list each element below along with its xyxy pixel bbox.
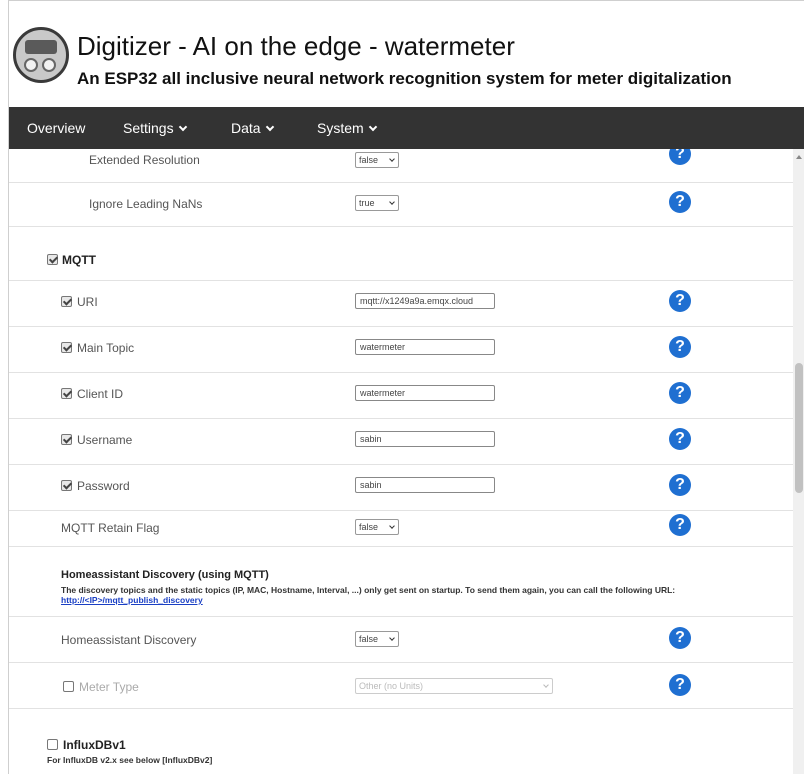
extended-resolution-value: false <box>359 155 379 165</box>
ha-discovery-description: The discovery topics and the static topi… <box>61 585 761 605</box>
nav-overview[interactable]: Overview <box>27 107 85 149</box>
main-topic-checkbox[interactable] <box>61 342 72 353</box>
row-password: Password sabin ? <box>9 465 793 511</box>
meter-type-select[interactable]: Other (no Units) <box>355 678 553 694</box>
uri-label: URI <box>77 295 98 309</box>
page-subtitle: An ESP32 all inclusive neural network re… <box>77 69 732 88</box>
ignore-leading-nans-select[interactable]: true <box>355 195 399 211</box>
row-client-id: Client ID watermeter ? <box>9 373 793 419</box>
help-ignore-leading-nans-icon[interactable]: ? <box>669 191 691 213</box>
help-extended-resolution-icon[interactable]: ? <box>669 149 691 165</box>
meter-type-value: Other (no Units) <box>359 681 424 691</box>
extended-resolution-select[interactable]: false <box>355 152 399 168</box>
chevron-down-icon <box>368 122 377 132</box>
influxdbv1-note: For InfluxDB v2.x see below [InfluxDBv2] <box>47 755 213 765</box>
uri-input[interactable]: mqtt://x1249a9a.emqx.cloud <box>355 293 495 309</box>
page-header: Digitizer - AI on the edge - watermeter … <box>9 1 804 107</box>
help-retain-flag-icon[interactable]: ? <box>669 514 691 536</box>
ha-discovery-select[interactable]: false <box>355 631 399 647</box>
row-extended-resolution: Extended Resolution false ? <box>9 149 793 183</box>
nav-data-menu[interactable]: Data <box>231 107 274 149</box>
mqtt-section-title: MQTT <box>62 253 96 267</box>
influxdbv1-section-title: InfluxDBv1 <box>63 738 126 752</box>
row-uri: URI mqtt://x1249a9a.emqx.cloud ? <box>9 281 793 327</box>
client-id-input[interactable]: watermeter <box>355 385 495 401</box>
content-scrollbar[interactable] <box>793 149 804 774</box>
main-topic-label: Main Topic <box>77 341 135 355</box>
help-ha-discovery-icon[interactable]: ? <box>669 627 691 649</box>
ignore-leading-nans-value: true <box>359 198 375 208</box>
settings-content: Extended Resolution false ? Ignore Leadi… <box>9 149 793 774</box>
page-title: Digitizer - AI on the edge - watermeter <box>77 31 515 61</box>
help-main-topic-icon[interactable]: ? <box>669 336 691 358</box>
mqtt-enable-checkbox[interactable] <box>47 254 58 265</box>
username-label: Username <box>77 433 133 447</box>
chevron-down-icon <box>178 122 187 132</box>
row-mqtt-retain-flag: MQTT Retain Flag false ? <box>9 511 793 547</box>
ha-discovery-description-text: The discovery topics and the static topi… <box>61 585 676 595</box>
client-id-checkbox[interactable] <box>61 388 72 399</box>
nav-system-menu[interactable]: System <box>317 107 377 149</box>
help-username-icon[interactable]: ? <box>669 428 691 450</box>
row-ha-discovery-section: Homeassistant Discovery (using MQTT) The… <box>9 547 793 617</box>
nav-overview-label: Overview <box>27 120 86 136</box>
nav-settings-menu[interactable]: Settings <box>123 107 187 149</box>
username-checkbox[interactable] <box>61 434 72 445</box>
password-label: Password <box>77 479 130 493</box>
browser-frame: Digitizer - AI on the edge - watermeter … <box>8 0 804 774</box>
nav-data-label: Data <box>231 120 261 136</box>
password-input[interactable]: sabin <box>355 477 495 493</box>
chevron-down-icon <box>265 122 274 132</box>
uri-checkbox[interactable] <box>61 296 72 307</box>
password-checkbox[interactable] <box>61 480 72 491</box>
mqtt-retain-flag-label: MQTT Retain Flag <box>61 521 160 535</box>
ha-discovery-value: false <box>359 634 379 644</box>
nav-settings-label: Settings <box>123 120 174 136</box>
extended-resolution-label: Extended Resolution <box>89 153 200 167</box>
row-username: Username sabin ? <box>9 419 793 465</box>
meter-type-label: Meter Type <box>79 680 139 694</box>
main-navbar: Overview Settings Data System <box>9 107 804 149</box>
client-id-label: Client ID <box>77 387 124 401</box>
help-password-icon[interactable]: ? <box>669 474 691 496</box>
ignore-leading-nans-label: Ignore Leading NaNs <box>89 197 203 211</box>
row-mqtt-section: MQTT <box>9 227 793 281</box>
watermeter-logo-icon <box>13 27 69 83</box>
mqtt-retain-flag-select[interactable]: false <box>355 519 399 535</box>
nav-system-label: System <box>317 120 364 136</box>
help-uri-icon[interactable]: ? <box>669 290 691 312</box>
row-ignore-leading-nans: Ignore Leading NaNs true ? <box>9 183 793 227</box>
main-topic-input[interactable]: watermeter <box>355 339 495 355</box>
row-influxdbv1-section: InfluxDBv1 For InfluxDB v2.x see below [… <box>9 709 793 774</box>
influxdbv1-enable-checkbox[interactable] <box>47 739 58 750</box>
row-main-topic: Main Topic watermeter ? <box>9 327 793 373</box>
mqtt-retain-flag-value: false <box>359 522 379 532</box>
help-client-id-icon[interactable]: ? <box>669 382 691 404</box>
ha-discovery-label: Homeassistant Discovery <box>61 633 197 647</box>
meter-type-checkbox[interactable] <box>63 681 74 692</box>
username-input[interactable]: sabin <box>355 431 495 447</box>
ha-discovery-link[interactable]: http://<IP>/mqtt_publish_discovery <box>61 595 203 605</box>
help-meter-type-icon[interactable]: ? <box>669 674 691 696</box>
scrollbar-thumb[interactable] <box>795 363 803 493</box>
scroll-up-arrow-icon[interactable] <box>796 155 802 159</box>
ha-discovery-section-title: Homeassistant Discovery (using MQTT) <box>61 569 269 581</box>
row-meter-type: Meter Type Other (no Units) ? <box>9 663 793 709</box>
row-ha-discovery: Homeassistant Discovery false ? <box>9 617 793 663</box>
